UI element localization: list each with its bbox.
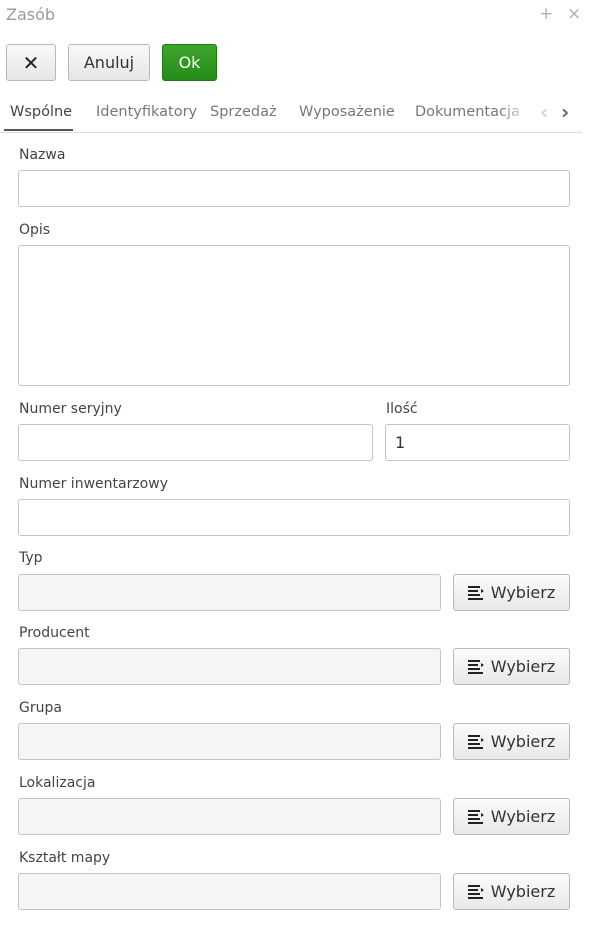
- description-textarea[interactable]: [18, 245, 570, 386]
- chevron-right-icon[interactable]: ›: [561, 102, 569, 122]
- producer-field: [18, 648, 441, 685]
- chevron-left-icon[interactable]: ‹: [540, 102, 548, 122]
- name-label: Nazwa: [19, 147, 66, 163]
- group-select-button[interactable]: Wybierz: [453, 723, 570, 760]
- map-shape-select-button[interactable]: Wybierz: [453, 873, 570, 910]
- group-field: [18, 723, 441, 760]
- tab-bar: Wspólne Identyfikatory Sprzedaż Wyposaże…: [0, 92, 582, 133]
- type-field: [18, 574, 441, 611]
- map-shape-label: Kształt mapy: [19, 850, 111, 866]
- close-button[interactable]: ✕: [6, 44, 56, 81]
- window-titlebar: Zasób + ×: [0, 0, 589, 32]
- tab-sprzedaz[interactable]: Sprzedaż: [210, 104, 277, 120]
- cancel-button[interactable]: Anuluj: [68, 44, 150, 81]
- tab-wspolne[interactable]: Wspólne: [10, 104, 72, 120]
- maximize-icon[interactable]: +: [539, 4, 553, 24]
- location-select-label: Wybierz: [490, 807, 556, 826]
- location-label: Lokalizacja: [19, 775, 96, 791]
- inventory-input[interactable]: [18, 499, 570, 536]
- location-field: [18, 798, 441, 835]
- type-label: Typ: [19, 550, 43, 566]
- description-label: Opis: [19, 222, 51, 238]
- active-tab-indicator: [4, 129, 73, 131]
- close-icon: ✕: [22, 50, 40, 75]
- list-select-icon: [467, 884, 484, 899]
- producer-select-label: Wybierz: [490, 657, 556, 676]
- type-select-button[interactable]: Wybierz: [453, 574, 570, 611]
- location-select-button[interactable]: Wybierz: [453, 798, 570, 835]
- inventory-label: Numer inwentarzowy: [19, 476, 168, 492]
- list-select-icon: [467, 659, 484, 674]
- producer-select-button[interactable]: Wybierz: [453, 648, 570, 685]
- group-label: Grupa: [19, 700, 62, 716]
- list-select-icon: [467, 734, 484, 749]
- serial-input[interactable]: [18, 424, 373, 461]
- window-title: Zasób: [6, 5, 56, 24]
- close-window-icon[interactable]: ×: [567, 4, 581, 24]
- list-select-icon: [467, 585, 484, 600]
- quantity-label: Ilość: [386, 401, 418, 417]
- ok-button[interactable]: Ok: [162, 44, 217, 81]
- name-input[interactable]: [18, 170, 570, 207]
- producer-label: Producent: [19, 625, 90, 641]
- map-shape-field: [18, 873, 441, 910]
- group-select-label: Wybierz: [490, 732, 556, 751]
- tab-wyposazenie[interactable]: Wyposażenie: [299, 104, 395, 120]
- tab-overflow-fade: [500, 92, 530, 130]
- serial-label: Numer seryjny: [19, 401, 122, 417]
- map-shape-select-label: Wybierz: [490, 882, 556, 901]
- type-select-label: Wybierz: [490, 583, 556, 602]
- quantity-input[interactable]: [385, 424, 570, 461]
- tab-identyfikatory[interactable]: Identyfikatory: [96, 104, 197, 120]
- list-select-icon: [467, 809, 484, 824]
